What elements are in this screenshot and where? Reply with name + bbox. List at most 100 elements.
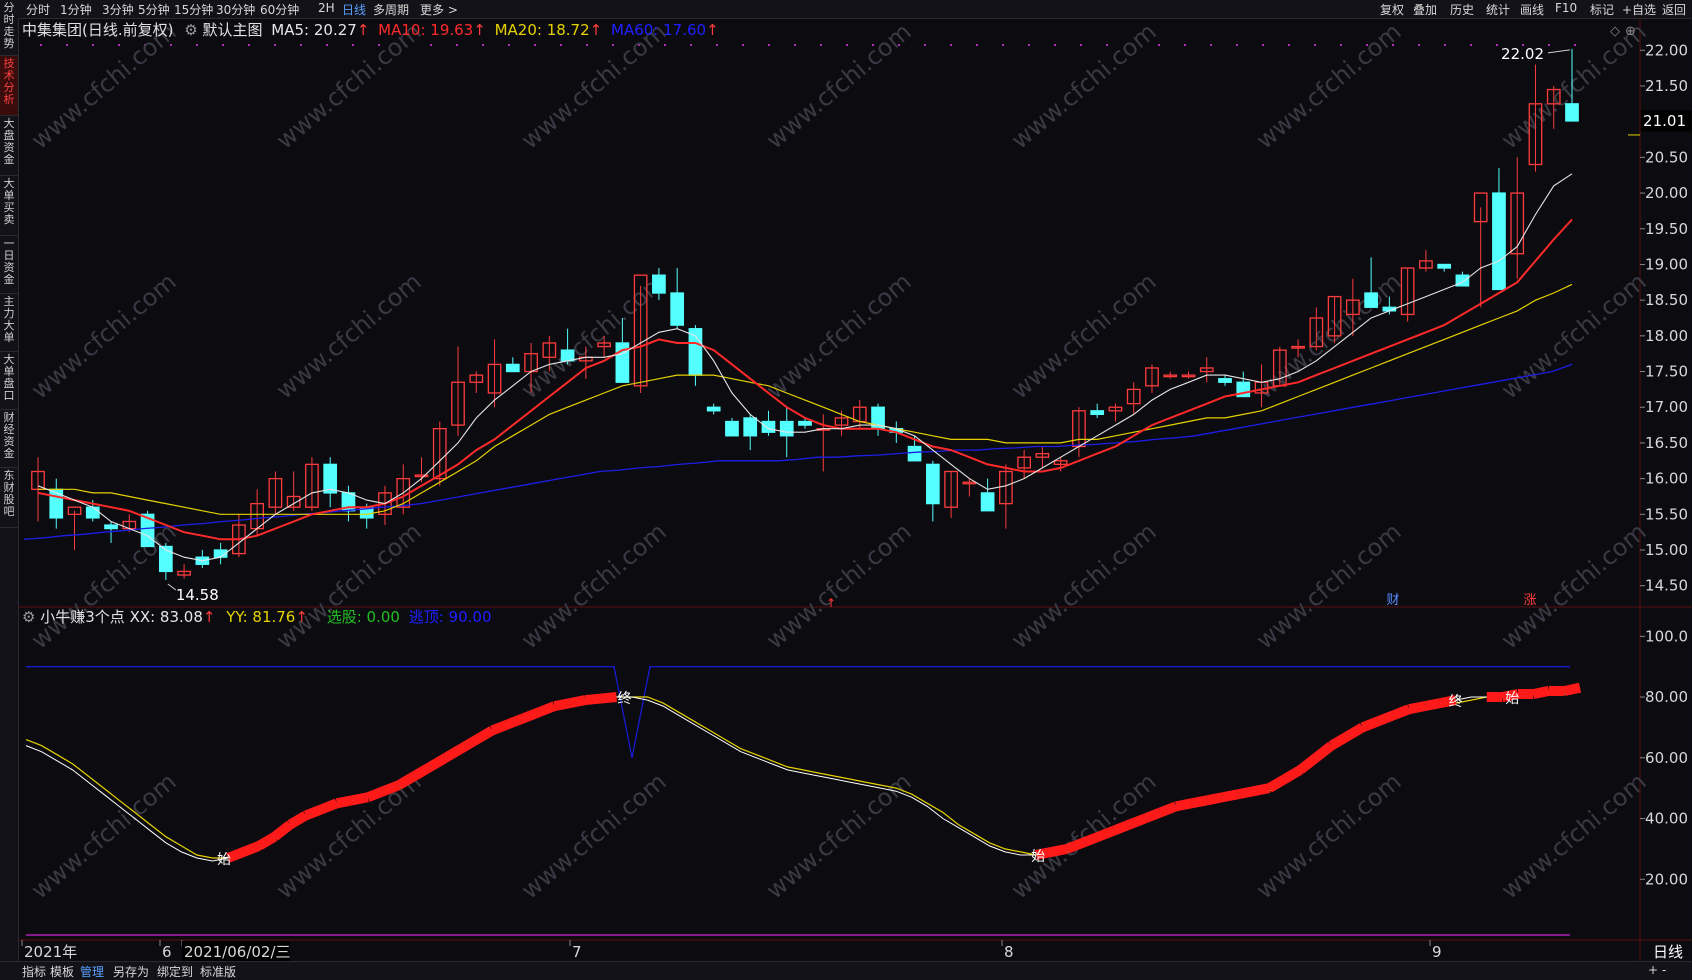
rising-segment [381,780,401,796]
rising-segment [1266,774,1288,793]
rising-segment [1391,704,1411,720]
top-dot [586,44,588,46]
rising-segment [271,820,294,841]
top-dot [1418,44,1420,46]
xg-label: 选股: 0.00 [326,608,400,626]
template-name[interactable]: 默认主图 [203,21,263,39]
candle-body [907,445,922,462]
top-dot [1548,44,1550,46]
rising-segment [335,795,354,809]
rising-segment [1050,843,1069,857]
indicator-axis-label: 20.00 [1645,870,1688,888]
candle-body [104,524,118,530]
price-axis-label: 22.00 [1645,41,1688,59]
rising-segment [1376,710,1396,726]
price-axis-label: 18.00 [1645,327,1688,345]
price-axis-label: 15.50 [1645,505,1688,523]
rising-segment [256,832,278,851]
price-axis-label: 19.00 [1645,255,1688,273]
price-axis-label: 17.50 [1645,363,1688,381]
rising-segment [303,804,324,821]
top-dot [1158,44,1160,46]
indicator-axis-label: 80.00 [1645,688,1688,706]
top-dot [1028,44,1030,46]
rising-segment [536,701,557,717]
top-dot [1288,44,1290,46]
indicator-settings-icon[interactable]: ⚙ [22,608,35,626]
top-dot [274,44,276,46]
rising-segment [1532,686,1550,699]
top-dot [40,44,42,46]
top-dot [924,44,926,46]
top-dot [508,44,510,46]
ma60-label: MA60: 17.60 [611,21,707,39]
top-dot [1314,44,1316,46]
top-dot [1496,44,1498,46]
signal-end-label: 终 [618,691,632,707]
bottom-tab-3[interactable]: 另存为 [113,963,149,980]
date-axis-label: 8 [1004,943,1014,961]
signal-end-label: 终 [1449,694,1463,710]
settings-gear-icon[interactable]: ⚙ [184,21,197,39]
ma20-arrow: ↑ [589,21,603,39]
rising-segment [411,762,433,781]
signal-start-label: 始 [1031,849,1045,865]
xx-arrow: ↑ [202,608,216,626]
zoom-buttons[interactable]: + - [1648,963,1666,977]
bottom-tab-1[interactable]: 模板 [50,963,74,980]
yy-label: YY: 81.76 [226,608,296,626]
rising-segment [1190,795,1208,809]
top-dot [1444,44,1446,46]
rising-segment [1563,682,1582,696]
last-price-label: 21.01 [1643,112,1686,130]
indicator-name[interactable]: 小牛赚3个点 [40,608,125,626]
candle-body [323,463,338,494]
candle-body [798,420,812,426]
watermark-text: www.cfchi.com [1006,517,1162,654]
top-dot [196,44,198,46]
watermark-text: www.cfchi.com [761,517,917,654]
rising-segment [490,719,510,736]
bottom-tab-4[interactable]: 绑定到 [157,963,193,980]
candle-body [652,274,666,294]
rising-segment [584,693,602,706]
top-dot [1210,44,1212,46]
candle-body [1437,263,1452,269]
top-dot [794,44,796,46]
bottom-tab-5[interactable]: 标准版 [200,963,236,980]
ma60-arrow: ↑ [706,21,719,39]
top-dot [950,44,952,46]
price-axis-label: 20.00 [1645,184,1688,202]
rising-segment [1423,698,1442,712]
date-axis-label: 6 [162,943,172,961]
candle-body [670,292,685,326]
candle-body [779,420,794,437]
rising-segment [600,692,618,704]
watermark-text: www.cfchi.com [271,517,427,654]
bottom-tab-0[interactable]: 指标 [22,963,46,980]
ma5-label: MA5: 20.27 [271,21,357,39]
top-dot [1262,44,1264,46]
rising-segment [1344,723,1365,741]
top-dot [352,44,354,46]
top-dot [1470,44,1472,46]
date-axis-label: 7 [572,943,582,961]
rising-segment [1143,807,1163,824]
high-price-label: 22.02 [1501,45,1544,63]
rising-segment [474,726,495,744]
bottom-toolbar: 指标 模板 管理 另存为 绑定到 标准版 + - [0,961,1692,980]
top-dot [846,44,848,46]
rising-segment [505,713,526,730]
top-dot [560,44,562,46]
rising-segment [553,698,571,712]
stock-title[interactable]: 中集集团(日线.前复权) [22,21,173,39]
rising-segment [568,695,587,709]
candle-body [1090,410,1105,416]
price-axis-label: 19.50 [1645,220,1688,238]
watermark-text: www.cfchi.com [1251,17,1407,154]
ma5-arrow: ↑ [356,21,370,39]
bottom-tab-2[interactable]: 管理 [80,963,104,980]
ma10-arrow: ↑ [473,21,486,39]
candle-body [560,349,575,362]
ma60-line [23,363,1573,540]
